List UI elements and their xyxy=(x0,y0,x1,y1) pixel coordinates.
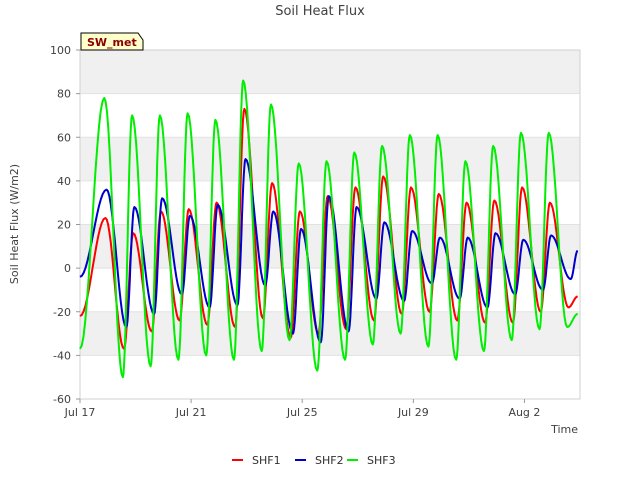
y-tick-label: 20 xyxy=(57,219,71,232)
background-band xyxy=(80,50,580,94)
y-tick-label: -20 xyxy=(53,306,71,319)
x-tick-label: Jul 29 xyxy=(397,406,429,419)
x-tick-label: Jul 21 xyxy=(175,406,207,419)
soil-heat-flux-chart: Soil Heat Flux -60 -40 -20 0 20 40 60 80 100 Jul… xyxy=(8,4,581,467)
y-tick-label: 100 xyxy=(50,44,71,57)
y-tick-label: 60 xyxy=(57,131,71,144)
legend-label-shf3: SHF3 xyxy=(367,454,396,467)
legend-label-shf1: SHF1 xyxy=(252,454,281,467)
y-tick-label: 0 xyxy=(64,262,71,275)
legend: SHF1 SHF2 SHF3 xyxy=(232,454,396,467)
station-badge: SW_met xyxy=(80,32,144,51)
y-axis: -60 -40 -20 0 20 40 60 80 100 xyxy=(50,44,80,406)
y-axis-label: Soil Heat Flux (W/m2) xyxy=(8,164,21,284)
chart-title: Soil Heat Flux xyxy=(275,4,365,19)
x-tick-label: Jul 17 xyxy=(64,406,96,419)
y-tick-label: 80 xyxy=(57,88,71,101)
y-tick-label: 40 xyxy=(57,175,71,188)
y-tick-label: -40 xyxy=(53,349,71,362)
legend-label-shf2: SHF2 xyxy=(315,454,344,467)
y-tick-label: -60 xyxy=(53,393,71,406)
x-axis: Jul 17 Jul 21 Jul 25 Jul 29 Aug 2 xyxy=(64,399,540,419)
x-axis-label: Time xyxy=(550,423,578,436)
station-badge-label: SW_met xyxy=(87,36,137,49)
x-tick-label: Jul 25 xyxy=(286,406,318,419)
background-band xyxy=(80,311,580,356)
x-tick-label: Aug 2 xyxy=(508,406,540,419)
